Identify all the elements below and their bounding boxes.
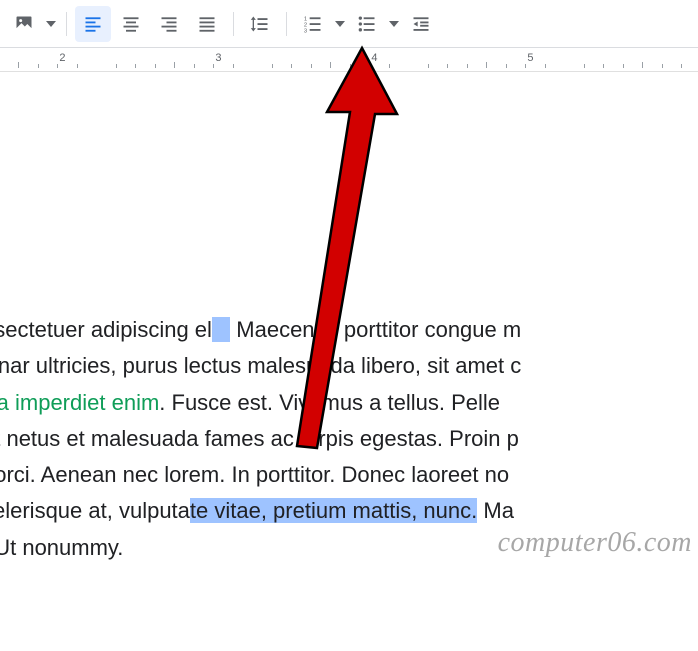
text-line: . Ut nonummy. [0,530,698,566]
line-spacing-button[interactable] [242,6,278,42]
align-center-icon [121,14,141,34]
numbered-list-dropdown[interactable] [333,6,347,42]
text: celerisque at, vulputa [0,498,190,523]
numbered-list-button[interactable]: 123 [295,6,331,42]
decrease-indent-button[interactable] [403,6,439,42]
ruler-number: 4 [371,52,377,64]
bulleted-list-dropdown[interactable] [387,6,401,42]
ruler-inner: 2 3 4 5 [0,48,698,71]
text-line: t orci. Aenean nec lorem. In porttitor. … [0,457,698,493]
svg-text:3: 3 [304,28,307,34]
align-justify-icon [197,14,217,34]
align-left-icon [83,14,103,34]
text-line: nsectetuer adipiscing el Maecenas portti… [0,312,698,348]
numbered-list-icon: 123 [303,14,323,34]
chevron-down-icon [335,19,345,29]
text: . Ut nonummy. [0,535,123,560]
toolbar: 123 [0,0,698,48]
align-right-icon [159,14,179,34]
image-dropdown[interactable] [44,6,58,42]
text-line: vinar ultricies, purus lectus malesuada … [0,348,698,384]
decrease-indent-icon [411,14,431,34]
text: Ma [477,498,514,523]
line-spacing-icon [250,14,270,34]
separator [66,12,67,36]
hyperlink-text[interactable]: rra imperdiet enim [0,390,159,415]
align-center-button[interactable] [113,6,149,42]
ruler-number: 2 [59,52,65,64]
separator [286,12,287,36]
text-line: celerisque at, vulputate vitae, pretium … [0,493,698,529]
align-left-button[interactable] [75,6,111,42]
chevron-down-icon [389,19,399,29]
text: vinar ultricies, purus lectus malesuada … [0,353,521,378]
ruler-number: 3 [215,52,221,64]
bulleted-list-button[interactable] [349,6,385,42]
ruler[interactable]: 2 3 4 5 [0,48,698,72]
chevron-down-icon [46,19,56,29]
image-icon [14,14,34,34]
document-body[interactable]: nsectetuer adipiscing el Maecenas portti… [0,72,698,566]
align-justify-button[interactable] [189,6,225,42]
cursor-position [212,317,230,342]
ruler-number: 5 [527,52,533,64]
text: nsectetuer adipiscing el [0,317,212,342]
separator [233,12,234,36]
insert-image-button[interactable] [6,6,42,42]
bulleted-list-icon [357,14,377,34]
text: . Fusce est. Vivamus a tellus. Pelle [159,390,500,415]
text-line: et netus et malesuada fames ac turpis eg… [0,421,698,457]
text: t orci. Aenean nec lorem. In porttitor. … [0,462,509,487]
text: et netus et malesuada fames ac turpis eg… [0,426,519,451]
text-line: rra imperdiet enim. Fusce est. Vivamus a… [0,385,698,421]
selected-text: te vitae, pretium mattis, nunc. [190,498,477,523]
align-right-button[interactable] [151,6,187,42]
text: Maecenas porttitor congue m [230,317,521,342]
